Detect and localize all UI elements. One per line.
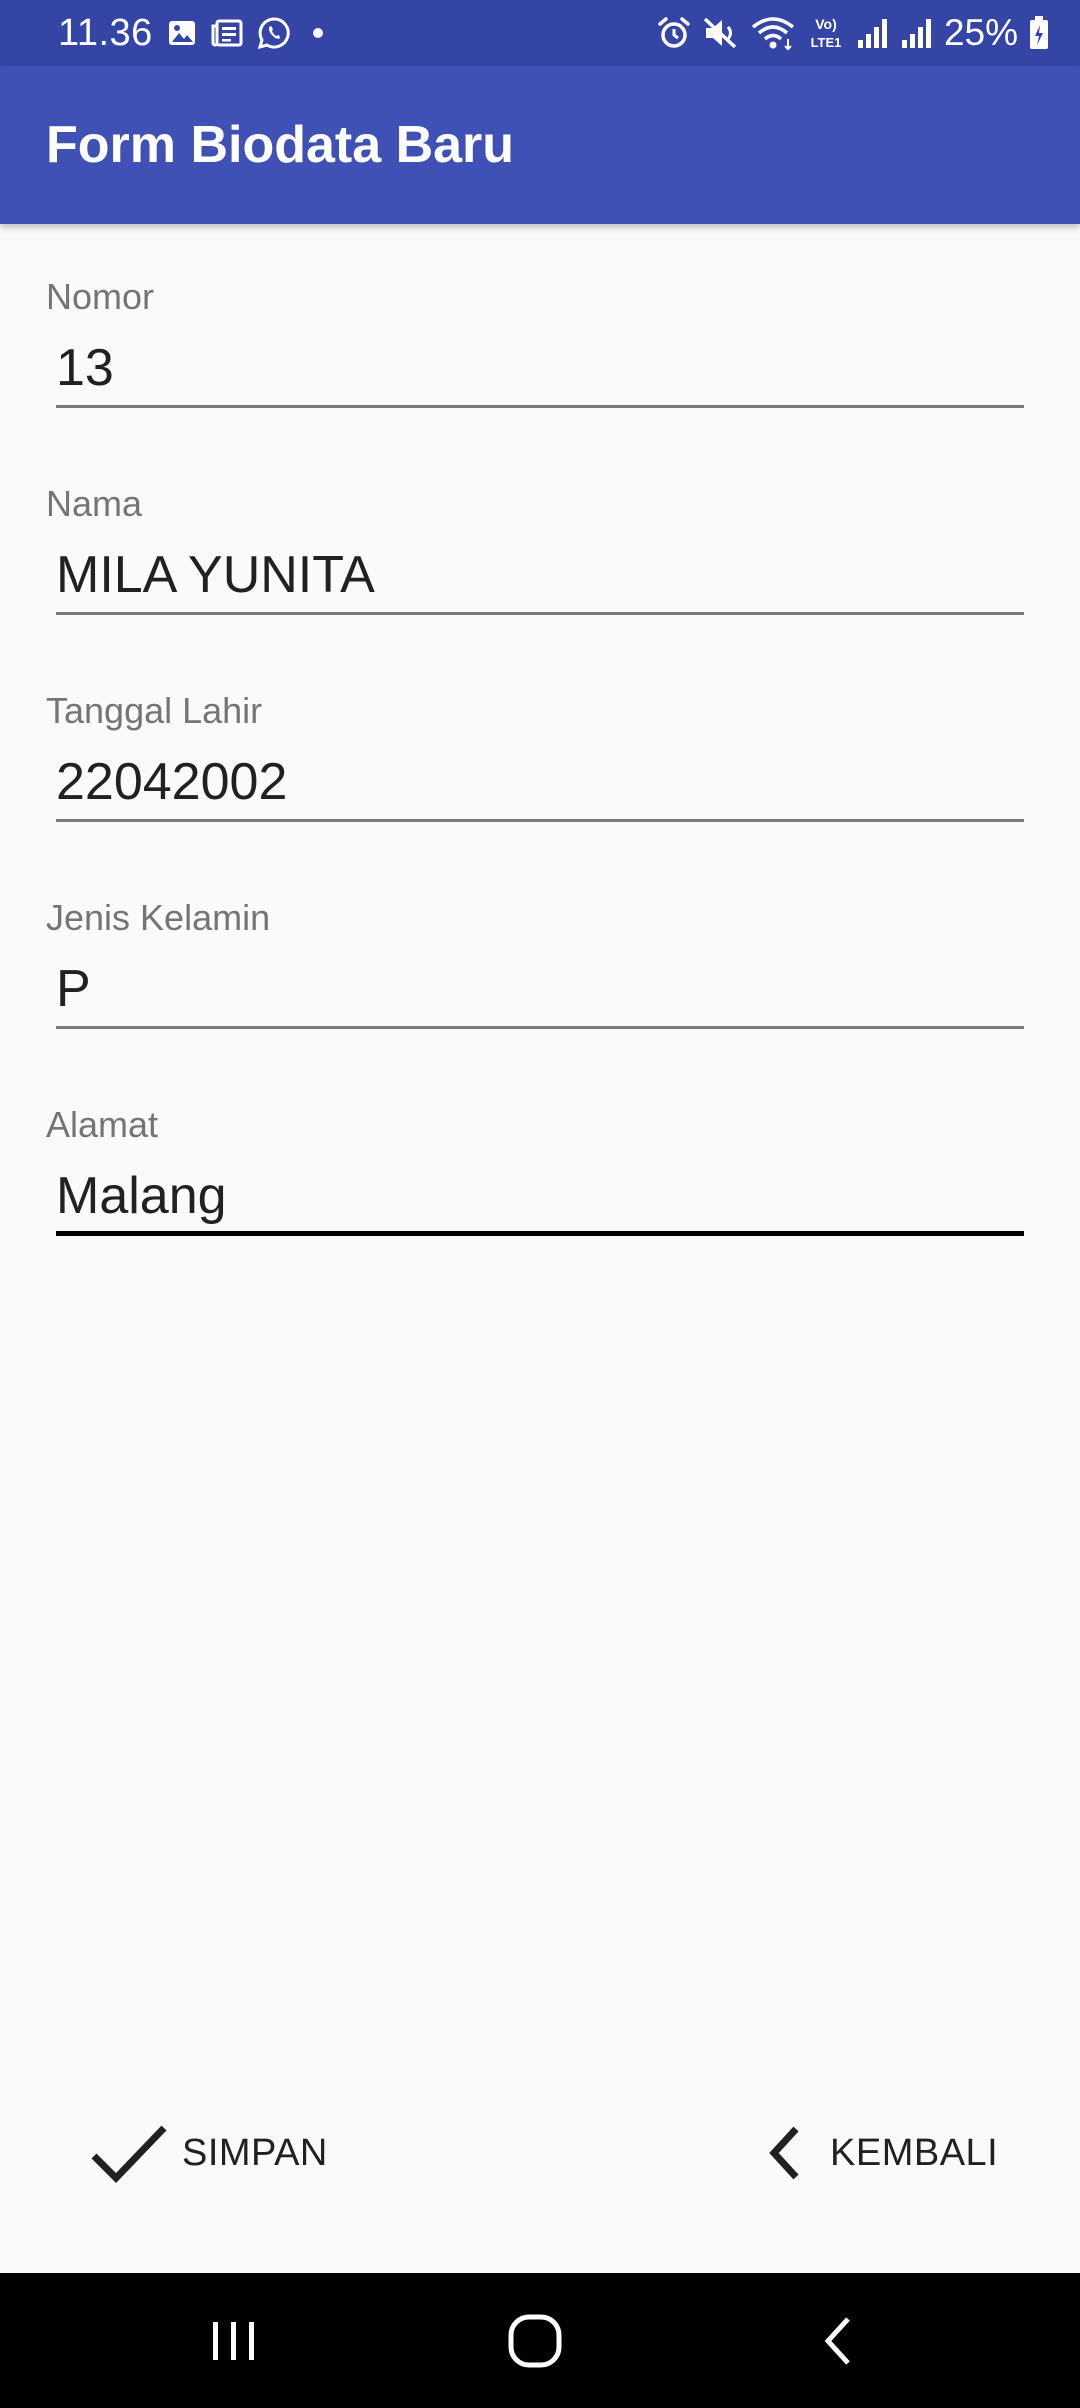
dot-icon <box>305 20 331 46</box>
tanggal-lahir-label: Tanggal Lahir <box>46 690 263 731</box>
alamat-label: Alamat <box>46 1104 159 1145</box>
field-nama: Nama MILA YUNITA <box>0 483 1080 690</box>
field-alamat: Alamat Malang <box>0 1104 1080 1311</box>
signal-icon <box>900 16 934 50</box>
battery-percentage: 25% <box>943 12 1018 53</box>
page-title: Form Biodata Baru <box>46 116 515 174</box>
chevron-left-icon <box>766 2125 806 2181</box>
gallery-icon <box>167 18 197 48</box>
svg-text:LTE1: LTE1 <box>811 35 842 50</box>
recents-button[interactable] <box>144 2273 324 2408</box>
volte-icon: Vo) LTE1 <box>806 14 846 52</box>
back-button[interactable]: KEMBALI <box>766 2118 998 2188</box>
alarm-icon <box>656 15 692 51</box>
whatsapp-icon <box>257 16 291 50</box>
home-icon <box>505 2311 565 2371</box>
app-bar: Form Biodata Baru <box>0 66 1080 224</box>
mute-icon <box>702 15 740 51</box>
news-icon <box>211 18 243 48</box>
wifi-icon <box>750 15 796 51</box>
status-left: 11.36 <box>58 0 331 66</box>
svg-text:Vo): Vo) <box>815 16 837 32</box>
field-tanggal-lahir: Tanggal Lahir 22042002 <box>0 690 1080 897</box>
nav-back-button[interactable] <box>748 2273 928 2408</box>
save-button[interactable]: SIMPAN <box>90 2118 328 2188</box>
check-icon <box>90 2122 168 2184</box>
tanggal-lahir-input[interactable]: 22042002 <box>56 742 1024 822</box>
recents-icon <box>207 2314 261 2368</box>
nama-input[interactable]: MILA YUNITA <box>56 535 1024 615</box>
battery-charging-icon <box>1028 15 1050 51</box>
back-icon <box>816 2313 860 2369</box>
nama-label: Nama <box>46 483 143 524</box>
status-bar: 11.36 Vo) LTE1 25% <box>0 0 1080 66</box>
alamat-input[interactable]: Malang <box>56 1156 1024 1236</box>
nomor-input[interactable]: 13 <box>56 328 1024 408</box>
nomor-label: Nomor <box>46 276 155 317</box>
field-jenis-kelamin: Jenis Kelamin P <box>0 897 1080 1104</box>
status-right: Vo) LTE1 25% <box>656 0 1050 66</box>
status-time: 11.36 <box>58 11 153 54</box>
system-navigation-bar <box>0 2273 1080 2408</box>
field-nomor: Nomor 13 <box>0 276 1080 483</box>
jenis-kelamin-input[interactable]: P <box>56 949 1024 1029</box>
signal-icon <box>856 16 890 50</box>
save-button-label: SIMPAN <box>182 2131 328 2174</box>
jenis-kelamin-label: Jenis Kelamin <box>46 897 271 938</box>
back-button-label: KEMBALI <box>830 2131 999 2174</box>
home-button[interactable] <box>445 2273 625 2408</box>
